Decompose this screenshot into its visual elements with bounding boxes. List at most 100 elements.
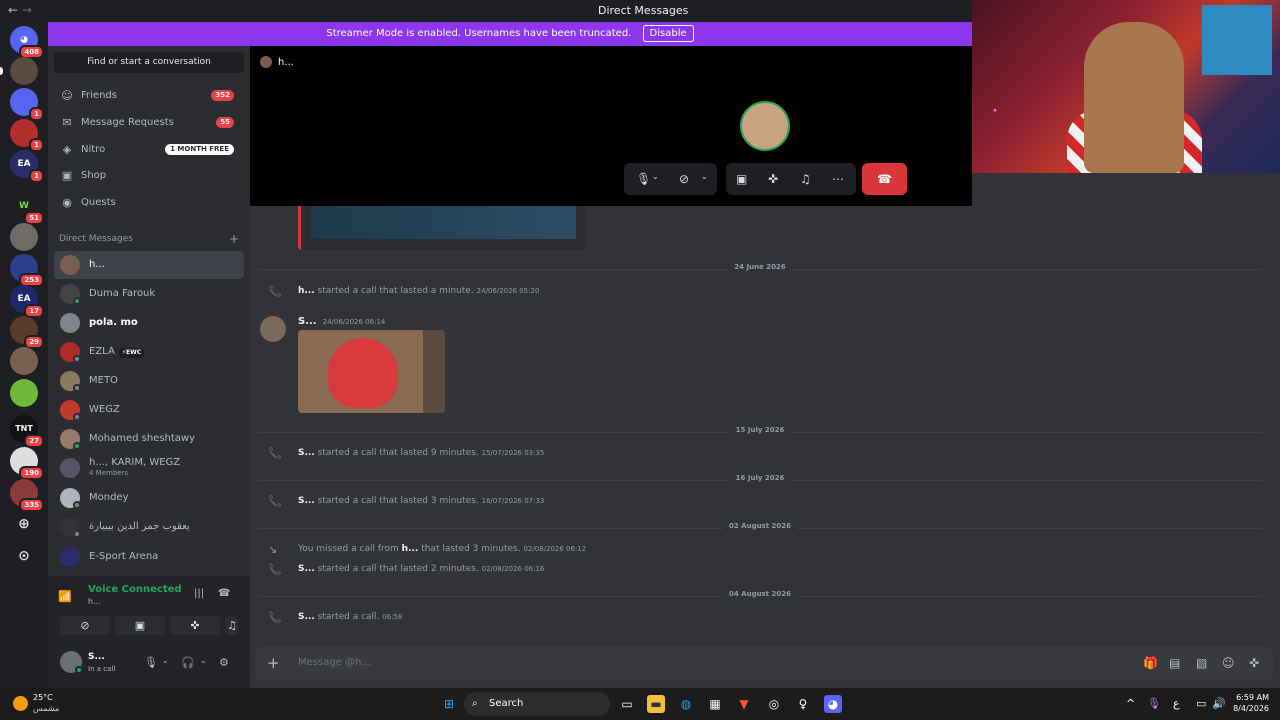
server-icon[interactable] xyxy=(10,223,38,251)
language-indicator[interactable]: ع xyxy=(1173,697,1180,710)
nav-nitro[interactable]: ◈ Nitro 1 MONTH FREE xyxy=(54,138,244,162)
disconnect-icon[interactable]: ☎ xyxy=(218,588,230,599)
screen-share-icon[interactable]: ▣ xyxy=(736,172,747,186)
emoji-icon[interactable]: ☺ xyxy=(1222,656,1235,670)
user-status: In a call xyxy=(88,665,116,673)
server-icon[interactable]: TNT 27 xyxy=(10,415,44,448)
author-name[interactable]: S... xyxy=(298,316,317,327)
dm-item[interactable]: E-Sport Arena xyxy=(54,543,244,571)
dm-item[interactable]: Mondey xyxy=(54,484,244,512)
dm-item[interactable]: h... xyxy=(54,251,244,279)
clock-time[interactable]: 6:59 AM xyxy=(1231,693,1269,702)
server-icon[interactable]: 29 xyxy=(10,316,44,349)
taskbar-search[interactable]: ⌕ Search xyxy=(464,692,610,716)
more-options-icon[interactable]: ⋯ xyxy=(832,172,844,186)
nitro-icon: ◈ xyxy=(62,143,72,156)
activities-button[interactable]: ✜ xyxy=(170,616,220,635)
avatar xyxy=(60,313,80,333)
disable-button[interactable]: Disable xyxy=(642,25,694,42)
file-explorer-icon[interactable]: ▬ xyxy=(647,695,665,713)
headphones-icon[interactable]: 🎧 xyxy=(181,656,195,669)
soundboard-icon[interactable]: ♫ xyxy=(800,172,811,186)
server-icon[interactable]: 1 xyxy=(10,119,44,152)
server-icon[interactable]: 335 xyxy=(10,479,44,512)
nav-quests[interactable]: ◉ Quests xyxy=(54,191,244,215)
soundboard-icon: ♫ xyxy=(227,619,237,632)
nav-friends[interactable]: ☺ Friends 352 xyxy=(54,84,244,108)
network-icon[interactable]: ▭ xyxy=(1196,697,1206,710)
microphone-icon[interactable]: 🎙 xyxy=(1147,697,1161,710)
create-dm-icon[interactable]: + xyxy=(229,232,239,246)
dm-item[interactable]: pola. mo xyxy=(54,309,244,337)
search-icon: ⌕ xyxy=(472,698,478,709)
add-server-button[interactable]: ⊕ xyxy=(10,510,38,538)
store-icon[interactable]: ▦ xyxy=(706,695,724,713)
gif-icon[interactable]: ▤ xyxy=(1169,656,1180,670)
search-input[interactable]: Find or start a conversation xyxy=(54,52,244,73)
voice-panel: 📶 Voice Connected h... ||| ☎ ⊘ ▣ ✜ ♫ S..… xyxy=(48,576,250,688)
microphone-icon[interactable]: 🎙 xyxy=(144,656,158,669)
edge-icon[interactable]: ◍ xyxy=(677,695,695,713)
server-icon[interactable] xyxy=(0,57,38,85)
chevron-up-icon[interactable]: ^ xyxy=(1126,697,1135,710)
chevron-down-icon[interactable]: ⌄ xyxy=(652,172,659,181)
app-icon[interactable]: ♀ xyxy=(794,695,812,713)
noise-suppression-icon[interactable]: ||| xyxy=(194,588,204,599)
call-area: h... 🎙 ⌄ ⊘ ⌄ ▣ ✜ ♫ ⋯ ☎ xyxy=(250,46,972,206)
previous-embed[interactable] xyxy=(298,206,585,250)
gif-attachment[interactable] xyxy=(298,330,445,413)
settings-gear-icon[interactable]: ⚙ xyxy=(219,656,229,669)
apps-icon[interactable]: ✜ xyxy=(1249,656,1259,670)
nav-arrows[interactable]: ← → xyxy=(8,3,32,17)
end-call-button[interactable]: ☎ xyxy=(862,163,907,195)
nav-message-requests[interactable]: ✉ Message Requests 55 xyxy=(54,111,244,135)
sticker-icon[interactable]: ▧ xyxy=(1196,656,1207,670)
activities-icon[interactable]: ✜ xyxy=(768,172,778,186)
server-icon[interactable] xyxy=(10,379,38,407)
camera-button[interactable]: ⊘ xyxy=(60,616,110,635)
timestamp: 24/06/2026 06:14 xyxy=(322,318,386,326)
server-icon[interactable]: EA 1 xyxy=(10,150,44,183)
server-icon[interactable]: W 51 xyxy=(10,192,44,225)
weather-sun-icon[interactable] xyxy=(13,696,28,711)
avatar xyxy=(60,547,80,567)
chevron-down-icon[interactable]: ⌄ xyxy=(701,172,708,181)
webcam-overlay: ✦ xyxy=(972,0,1280,173)
dm-item[interactable]: Mohamed sheshtawy xyxy=(54,425,244,453)
dm-item-group[interactable]: h..., KARIM, WEGZ 4 Members xyxy=(54,454,244,482)
home-button[interactable]: ◕ 408 xyxy=(10,26,44,59)
clock-date[interactable]: 8/4/2026 xyxy=(1223,704,1269,713)
brave-icon[interactable]: ▼ xyxy=(735,695,753,713)
app-icon[interactable]: ◎ xyxy=(765,695,783,713)
task-view-icon[interactable]: ▭ xyxy=(618,695,636,713)
dm-sidebar: Find or start a conversation ☺ Friends 3… xyxy=(48,46,250,688)
camera-off-icon[interactable]: ⊘ xyxy=(679,172,689,186)
discord-taskbar-icon[interactable]: ◕ xyxy=(824,695,842,713)
voice-channel[interactable]: h... xyxy=(88,597,101,606)
server-icon[interactable]: 190 xyxy=(10,447,44,480)
soundboard-button[interactable]: ♫ xyxy=(225,616,239,635)
dm-item[interactable]: Duma Farouk xyxy=(54,280,244,308)
attach-plus-icon[interactable]: + xyxy=(267,654,280,672)
chevron-down-icon[interactable]: ⌄ xyxy=(200,656,207,665)
dm-item[interactable]: يعقوب جمر الدين بيبيارة xyxy=(54,513,244,541)
call-participant-avatar[interactable] xyxy=(740,101,790,151)
screen-share-button[interactable]: ▣ xyxy=(115,616,165,635)
server-icon[interactable]: 253 xyxy=(10,254,44,287)
server-icon[interactable]: EA 17 xyxy=(10,285,44,318)
chevron-down-icon[interactable]: ⌄ xyxy=(162,656,169,665)
dm-item[interactable]: WEGZ xyxy=(54,396,244,424)
dm-item[interactable]: EZLA ⚡EWC xyxy=(54,338,244,366)
dm-item[interactable]: METO xyxy=(54,367,244,395)
microphone-icon[interactable]: 🎙 xyxy=(636,172,651,186)
avatar[interactable] xyxy=(260,316,286,342)
gift-icon[interactable]: 🎁 xyxy=(1143,656,1158,670)
explore-button[interactable]: ⊙ xyxy=(10,542,38,570)
friends-icon: ☺ xyxy=(61,89,73,102)
server-icon[interactable]: 1 xyxy=(10,88,44,121)
server-icon[interactable] xyxy=(10,347,38,375)
message-input[interactable]: Message @h... xyxy=(298,657,371,668)
nav-shop[interactable]: ▣ Shop xyxy=(54,164,244,188)
ewc-tag: ⚡EWC xyxy=(118,348,145,358)
start-windows-icon[interactable]: ⊞ xyxy=(440,695,458,713)
